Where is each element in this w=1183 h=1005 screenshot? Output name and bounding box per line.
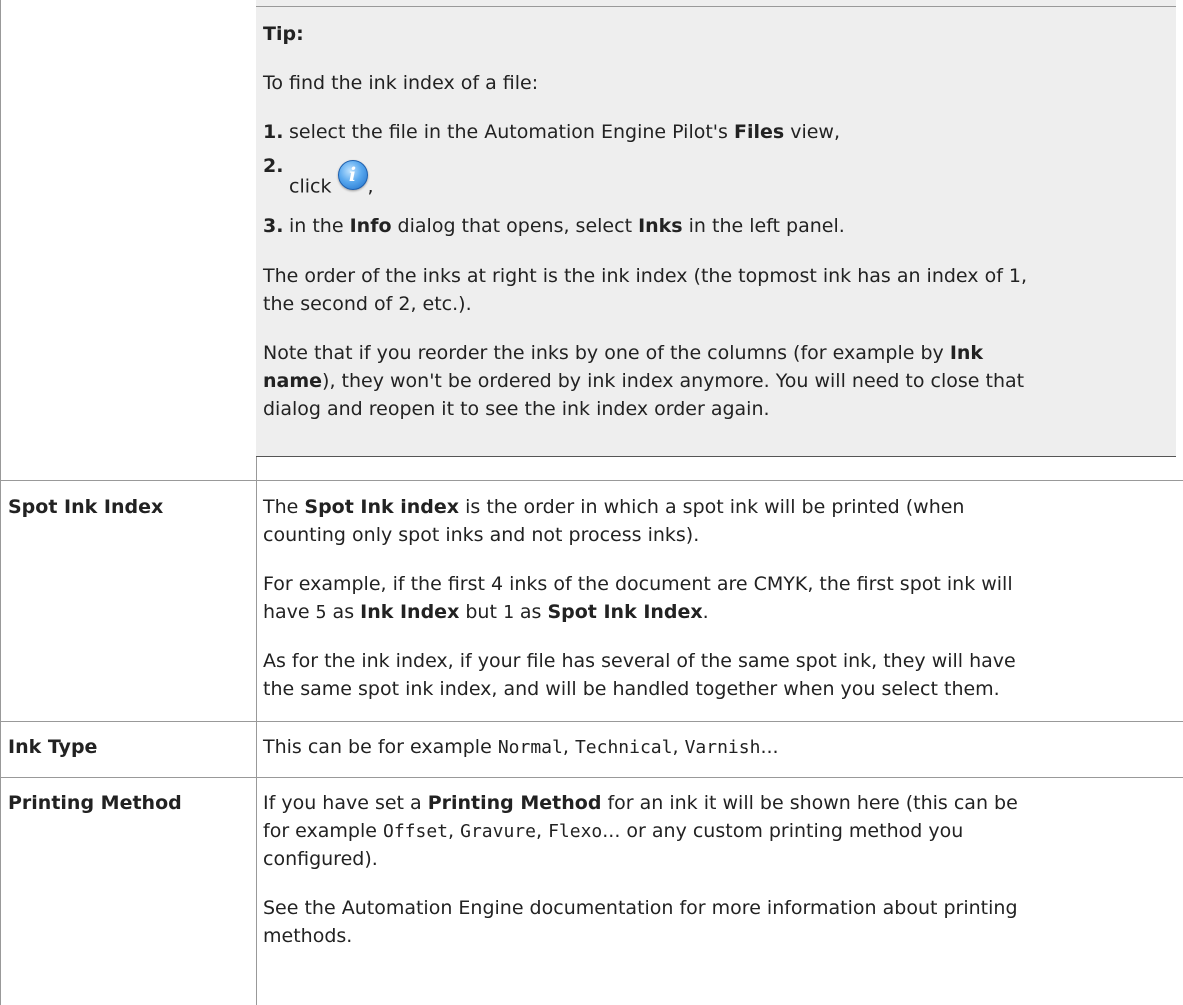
tip-note-line-1: Note that if you reorder the inks by one… bbox=[263, 342, 984, 364]
printing-p2-line-2: methods. bbox=[263, 925, 353, 947]
row-divider bbox=[0, 777, 1183, 778]
tip-box-top-border bbox=[256, 6, 1176, 7]
table-border-left bbox=[0, 0, 1, 1005]
spot-p2-line-2: have 5 as Ink Index but 1 as Spot Ink In… bbox=[263, 601, 709, 623]
tip-step-2: click , bbox=[289, 160, 374, 202]
printing-p1-line-2: for example Offset, Gravure, Flexo... or… bbox=[263, 820, 964, 842]
printing-p1-line-3: configured). bbox=[263, 848, 378, 870]
info-icon[interactable] bbox=[337, 160, 368, 190]
tip-step-2-number: 2. bbox=[263, 155, 284, 177]
tip-order-line-1: The order of the inks at right is the in… bbox=[263, 265, 1028, 287]
spot-p2-line-1: For example, if the first 4 inks of the … bbox=[263, 573, 1013, 595]
ink-type-text: This can be for example Normal, Technica… bbox=[263, 736, 779, 758]
printing-p1-line-1: If you have set a Printing Method for an… bbox=[263, 792, 1018, 814]
tip-note-line-3: dialog and reopen it to see the ink inde… bbox=[263, 398, 770, 420]
spot-p3-line-2: the same spot ink index, and will be han… bbox=[263, 678, 1000, 700]
spot-p1-line-1: The Spot Ink index is the order in which… bbox=[263, 496, 965, 518]
tip-step-3: 3. in the Info dialog that opens, select … bbox=[263, 212, 845, 240]
step-number: 1. bbox=[263, 121, 284, 143]
row-divider bbox=[0, 480, 1183, 481]
tip-note-line-2: name), they won't be ordered by ink inde… bbox=[263, 370, 1025, 392]
step-number: 3. bbox=[263, 215, 284, 237]
tip-order-line-2: the second of 2, etc.). bbox=[263, 293, 472, 315]
tip-step-1: 1. select the file in the Automation Engi… bbox=[263, 118, 840, 146]
spot-p1-line-2: counting only spot inks and not process … bbox=[263, 524, 700, 546]
tip-heading: Tip: bbox=[263, 23, 304, 45]
spot-p3-line-1: As for the ink index, if your file has s… bbox=[263, 650, 1016, 672]
printing-p2-line-1: See the Automation Engine documentation … bbox=[263, 897, 1018, 919]
tip-intro: To find the ink index of a file: bbox=[263, 72, 539, 94]
row-label-spot-ink-index: Spot Ink Index bbox=[8, 496, 164, 518]
row-divider bbox=[0, 721, 1183, 722]
row-label-printing-method: Printing Method bbox=[8, 792, 182, 814]
row-label-ink-type: Ink Type bbox=[8, 736, 98, 758]
